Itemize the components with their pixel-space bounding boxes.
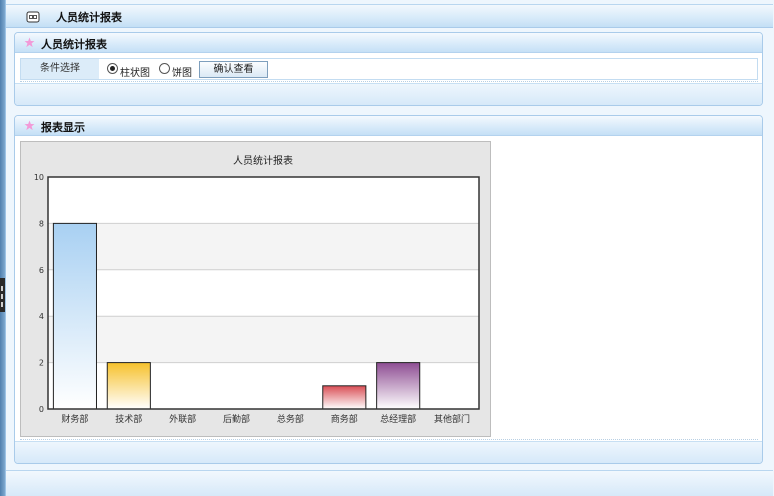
divider — [20, 439, 758, 440]
x-tick-label: 其他部门 — [434, 413, 470, 425]
condition-panel: 人员统计报表 条件选择 柱状图 饼图 确认查看 — [14, 32, 763, 106]
report-panel-header: 报表显示 — [15, 116, 762, 136]
grid-band — [48, 223, 479, 270]
report-icon — [26, 11, 40, 23]
condition-panel-title: 人员统计报表 — [41, 38, 107, 51]
bar-7 — [376, 362, 421, 410]
condition-panel-header: 人员统计报表 — [15, 33, 762, 53]
pie-chart-radio-label[interactable]: 饼图 — [172, 64, 192, 79]
confirm-view-button[interactable]: 确认查看 — [199, 61, 268, 78]
bar-chart-radio[interactable] — [107, 63, 118, 74]
report-panel: 报表显示 人员统计报表 0 2 4 6 8 10 财务部 技术部 外联部 后勤部 总务部 商务部 总经理… — [14, 115, 763, 464]
report-panel-title: 报表显示 — [41, 121, 85, 134]
y-tick-label: 8 — [39, 219, 44, 228]
chart-container: 人员统计报表 0 2 4 6 8 10 财务部 技术部 外联部 后勤部 总务部 商务部 总经理部 其他部门 — [20, 141, 491, 437]
personnel-bar-chart: 人员统计报表 0 2 4 6 8 10 财务部 技术部 外联部 后勤部 总务部 商务部 总经理部 其他部门 — [34, 154, 480, 425]
y-tick-label: 0 — [39, 405, 44, 414]
page-title: 人员统计报表 — [56, 11, 122, 24]
condition-panel-footer — [15, 83, 762, 105]
bar-chart-radio-label[interactable]: 柱状图 — [120, 64, 150, 79]
chart-title: 人员统计报表 — [233, 154, 293, 167]
bar-2 — [106, 362, 151, 410]
x-tick-label: 后勤部 — [223, 413, 250, 425]
grid-band — [48, 316, 479, 363]
filter-row: 条件选择 柱状图 饼图 确认查看 — [20, 58, 758, 80]
x-tick-label: 总务部 — [277, 413, 304, 425]
star-icon — [24, 120, 35, 131]
x-tick-label: 技术部 — [115, 413, 142, 425]
bar-1 — [52, 222, 97, 410]
pie-chart-radio[interactable] — [159, 63, 170, 74]
page-footer — [6, 470, 773, 496]
x-tick-label: 财务部 — [61, 413, 88, 425]
bar-6 — [322, 385, 367, 410]
x-tick-label: 外联部 — [169, 413, 196, 425]
y-tick-label: 6 — [39, 266, 44, 275]
star-icon — [24, 37, 35, 48]
x-tick-label: 总经理部 — [380, 413, 416, 425]
x-tick-label: 商务部 — [331, 413, 358, 425]
filter-label: 条件选择 — [21, 59, 99, 79]
y-tick-label: 4 — [39, 312, 44, 321]
content-frame: 人员统计报表 人员统计报表 条件选择 柱状图 饼图 确认查看 报表显示 人员统计… — [5, 0, 774, 496]
y-tick-label: 2 — [39, 359, 44, 368]
y-tick-label: 10 — [34, 173, 44, 182]
page-header: 人员统计报表 — [6, 4, 773, 28]
report-panel-footer — [15, 441, 762, 463]
divider — [20, 81, 758, 82]
